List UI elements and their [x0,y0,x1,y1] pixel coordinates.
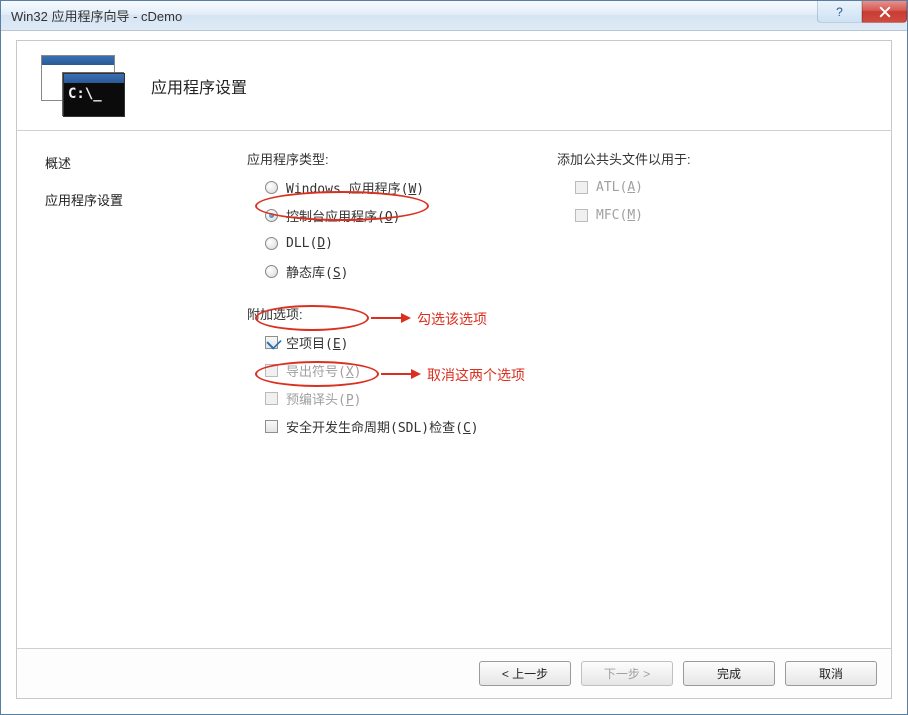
checkbox-sdl-checks[interactable]: 安全开发生命周期(SDL)检查(C) [265,417,547,435]
option-label: 静态库(S) [286,262,348,281]
app-type-label: 应用程序类型: [247,149,547,168]
sidebar-item-app-settings[interactable]: 应用程序设置 [45,190,237,209]
close-icon [879,6,891,18]
checkbox-icon [265,336,278,349]
radio-icon [265,181,278,194]
sidebar-item-overview[interactable]: 概述 [45,153,237,172]
sidebar-item-label: 应用程序设置 [45,193,123,208]
checkbox-icon [265,392,278,405]
checkbox-icon [575,181,588,194]
radio-static-lib[interactable]: 静态库(S) [265,262,547,280]
sidebar: 概述 应用程序设置 [17,131,237,648]
radio-windows-app[interactable]: Windows 应用程序(W) [265,178,547,196]
console-app-icon: C:\_ [37,53,127,119]
option-label: 空项目(E) [286,333,348,352]
option-label: 导出符号(X) [286,361,361,380]
wizard-footer: < 上一步 下一步 > 完成 取消 [17,648,891,698]
checkbox-empty-project[interactable]: 空项目(E) [265,333,547,351]
wizard-body: 概述 应用程序设置 应用程序类型: Windows 应用程序(W) [17,131,891,648]
checkbox-icon [265,420,278,433]
checkbox-export-symbols: 导出符号(X) [265,361,547,379]
client-area: C:\_ 应用程序设置 概述 应用程序设置 应用程序类型: [2,32,906,713]
option-label: 安全开发生命周期(SDL)检查(C) [286,417,479,436]
right-column: 添加公共头文件以用于: ATL(A) MFC(M) [557,149,807,234]
help-button[interactable]: ? [817,1,862,23]
help-icon: ? [836,5,843,19]
checkbox-atl: ATL(A) [575,178,807,196]
window-title: Win32 应用程序向导 - cDemo [11,6,901,25]
option-label: 预编译头(P) [286,389,361,408]
common-headers-label: 添加公共头文件以用于: [557,149,807,168]
wizard-window: Win32 应用程序向导 - cDemo ? C:\_ [0,0,908,715]
checkbox-icon [575,209,588,222]
wizard-header: C:\_ 应用程序设置 [17,41,891,131]
checkbox-mfc: MFC(M) [575,206,807,224]
cancel-button[interactable]: 取消 [785,661,877,686]
sidebar-item-label: 概述 [45,156,71,171]
prev-button[interactable]: < 上一步 [479,661,571,686]
radio-icon [265,209,278,222]
close-button[interactable] [862,1,907,23]
content: 应用程序类型: Windows 应用程序(W) 控制台应用程序(O) DLL(D… [237,131,891,648]
extra-options-section: 附加选项: 空项目(E) 导出符号(X) 预编译头 [247,304,547,435]
checkbox-precompiled-header: 预编译头(P) [265,389,547,407]
finish-button[interactable]: 完成 [683,661,775,686]
option-label: Windows 应用程序(W) [286,178,424,197]
option-label: ATL(A) [596,180,643,195]
titlebar-buttons: ? [817,1,907,23]
extra-options-label: 附加选项: [247,304,547,323]
radio-icon [265,237,278,250]
option-label: DLL(D) [286,236,333,251]
checkbox-icon [265,364,278,377]
next-button: 下一步 > [581,661,673,686]
radio-console-app[interactable]: 控制台应用程序(O) [265,206,547,224]
page-title: 应用程序设置 [151,74,247,98]
inner-frame: C:\_ 应用程序设置 概述 应用程序设置 应用程序类型: [16,40,892,699]
option-label: 控制台应用程序(O) [286,206,400,225]
radio-dll[interactable]: DLL(D) [265,234,547,252]
option-label: MFC(M) [596,208,643,223]
left-column: 应用程序类型: Windows 应用程序(W) 控制台应用程序(O) DLL(D… [247,149,547,445]
radio-icon [265,265,278,278]
titlebar: Win32 应用程序向导 - cDemo ? [1,1,907,31]
